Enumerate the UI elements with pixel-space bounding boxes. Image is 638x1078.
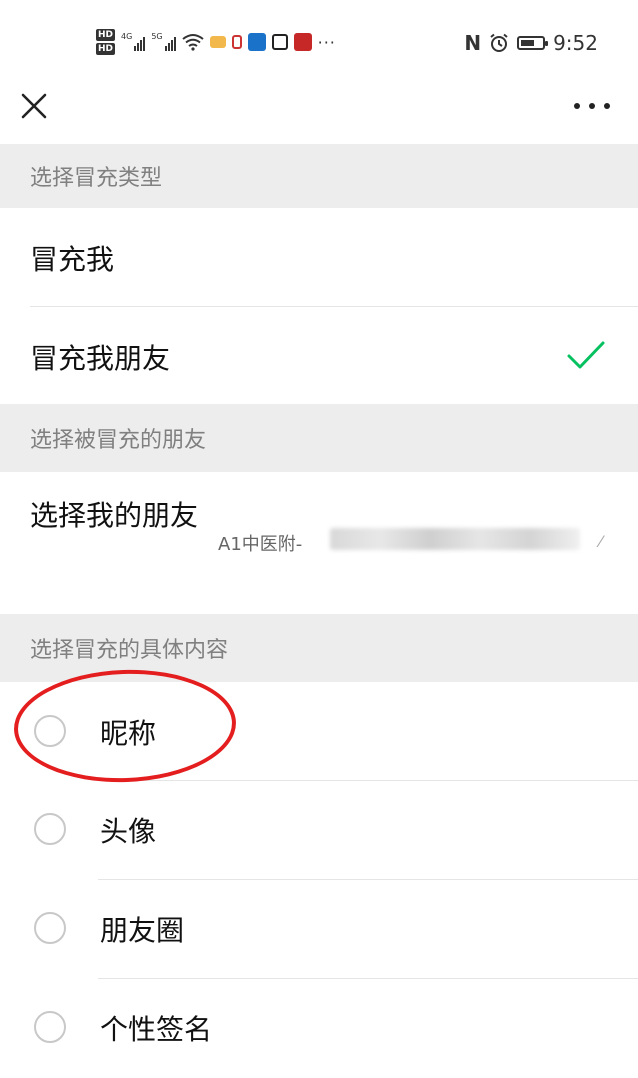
battery-icon <box>517 36 549 50</box>
net-4g-label: 4G <box>121 32 133 41</box>
redacted-friend-name <box>330 528 580 550</box>
option-label: 头像 <box>100 815 157 848</box>
hd-badges: HD HD <box>96 29 116 55</box>
hd-icon: HD <box>96 29 116 41</box>
signal-5g-icon: 5G <box>151 32 176 51</box>
wifi-icon <box>181 34 204 51</box>
check-icon <box>567 341 605 369</box>
option-impersonate-me[interactable]: 冒充我 <box>0 208 638 306</box>
section-header-impersonated-friend: 选择被冒充的朋友 <box>0 404 638 472</box>
signal-4g-icon: 4G <box>121 32 146 51</box>
option-label: 冒充我朋友 <box>30 342 171 375</box>
app-notification-icon <box>293 33 312 51</box>
select-friend-row[interactable]: 选择我的朋友 A1中医附- ⁄ <box>0 472 638 614</box>
option-avatar[interactable]: 头像 <box>0 781 638 879</box>
radio-button[interactable] <box>34 813 66 845</box>
option-label: 朋友圈 <box>100 914 185 947</box>
nav-bar <box>0 80 638 144</box>
option-label: 昵称 <box>100 717 157 750</box>
option-impersonate-my-friend[interactable]: 冒充我朋友 <box>0 307 638 404</box>
option-signature[interactable]: 个性签名 <box>0 979 638 1078</box>
radio-button[interactable] <box>34 1011 66 1043</box>
net-5g-label: 5G <box>151 32 163 41</box>
status-left: HD HD 4G 5G ··· <box>96 24 336 60</box>
hd-icon: HD <box>96 43 116 55</box>
status-bar: HD HD 4G 5G ··· N 9:52 <box>0 0 638 80</box>
status-time: 9:52 <box>553 31 598 55</box>
radio-button[interactable] <box>34 912 66 944</box>
close-icon[interactable] <box>18 90 50 122</box>
option-label: 个性签名 <box>100 1013 213 1046</box>
select-friend-label: 选择我的朋友 <box>30 499 199 532</box>
section-header-impersonation-type: 选择冒充类型 <box>0 144 638 208</box>
section-header-impersonation-content: 选择冒充的具体内容 <box>0 614 638 682</box>
selected-friend-value: A1中医附- <box>218 534 303 555</box>
alipay-icon <box>271 34 288 50</box>
radio-button[interactable] <box>34 715 66 747</box>
alarm-icon <box>490 33 508 52</box>
status-right: N 9:52 <box>464 28 598 58</box>
more-notifications-icon: ··· <box>317 32 336 52</box>
app-notification-icon <box>247 33 266 51</box>
option-nickname[interactable]: 昵称 <box>0 682 638 780</box>
option-moments[interactable]: 朋友圈 <box>0 880 638 978</box>
app-notification-icon <box>231 35 242 49</box>
app-notification-icon <box>209 36 226 48</box>
nfc-icon: N <box>464 31 482 55</box>
option-label: 冒充我 <box>30 243 115 276</box>
arrow-icon: ⁄ <box>599 532 602 551</box>
more-icon[interactable] <box>574 98 610 114</box>
